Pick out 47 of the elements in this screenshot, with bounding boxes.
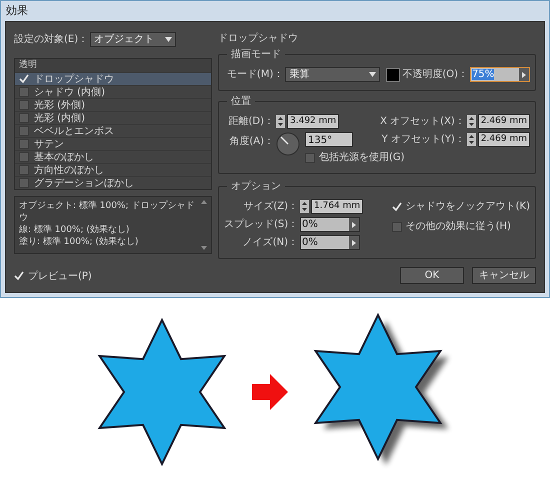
angle-field[interactable]: 135° xyxy=(305,132,353,147)
checkbox-label[interactable]: その他の効果に従う(H) xyxy=(406,219,511,234)
effect-item[interactable]: グラデーションぼかし xyxy=(15,176,211,189)
number-field[interactable]: 2.469 mm xyxy=(478,114,530,129)
summary-text: 塗り: 標準 100%; (効果なし) xyxy=(19,236,140,248)
target-dropdown[interactable]: オブジェクト xyxy=(90,32,176,46)
effect-item[interactable]: 基本のぼかし xyxy=(15,150,211,163)
effect-item[interactable]: 光彩 (外側) xyxy=(15,98,211,111)
field-label: スプレッド(S)： xyxy=(224,218,298,232)
effect-item[interactable]: サテン xyxy=(15,137,211,150)
effect-label: 方向性のぼかし xyxy=(34,164,104,176)
effect-label: 光彩 (内側) xyxy=(34,112,85,124)
list-header: 透明 xyxy=(18,59,38,72)
effect-label: ベベルとエンボス xyxy=(34,124,114,138)
field-label: 不透明度(O)： xyxy=(402,68,468,82)
effect-item[interactable]: 方向性のぼかし xyxy=(15,163,211,176)
field-label: 設定の対象(E)： xyxy=(14,32,88,46)
dialog-button[interactable]: OK xyxy=(400,267,464,284)
summary-text: 線: 標準 100%; (効果なし) xyxy=(19,224,130,236)
effect-label: サテン xyxy=(34,138,64,150)
field-label: ノイズ(N)： xyxy=(242,236,298,250)
number-field[interactable]: 1.764 mm xyxy=(311,199,364,214)
checkbox-label[interactable]: 包括光源を使用(G) xyxy=(319,150,405,165)
field-label: モード(M)： xyxy=(226,68,284,82)
field-label: Y オフセット(Y)： xyxy=(382,133,465,147)
blend-mode-dropdown[interactable]: 乗算 xyxy=(285,67,380,82)
effect-item[interactable]: ベベルとエンボス xyxy=(15,124,211,137)
summary-text: オブジェクト: 標準 100%; ドロップシャドウ xyxy=(19,200,196,224)
preview-label[interactable]: プレビュー(P) xyxy=(28,268,92,284)
number-field[interactable]: 3.492 mm xyxy=(287,114,340,129)
field-label: 角度(A)： xyxy=(228,134,274,149)
section-title: ドロップシャドウ xyxy=(218,32,299,46)
effect-label: 基本のぼかし xyxy=(34,150,94,164)
number-field[interactable]: 2.469 mm xyxy=(478,132,530,147)
effect-label: 光彩 (外側) xyxy=(34,98,85,112)
field-label: サイズ(Z)： xyxy=(242,200,298,214)
window-title: 効果 xyxy=(6,2,28,19)
field-label: X オフセット(X)： xyxy=(380,115,465,129)
effect-label: グラデーションぼかし xyxy=(34,176,134,190)
effect-item[interactable]: シャドウ (内側) xyxy=(15,85,211,98)
dialog-button[interactable]: キャンセル xyxy=(472,267,536,284)
effect-label: シャドウ (内側) xyxy=(34,86,105,98)
checkbox-label[interactable]: シャドウをノックアウト(K) xyxy=(406,199,530,214)
effect-item[interactable]: ドロップシャドウ xyxy=(15,72,211,85)
effect-label: ドロップシャドウ xyxy=(34,72,114,86)
effect-item[interactable]: 光彩 (内側) xyxy=(15,111,211,124)
field-label: 距離(D)： xyxy=(227,115,274,129)
